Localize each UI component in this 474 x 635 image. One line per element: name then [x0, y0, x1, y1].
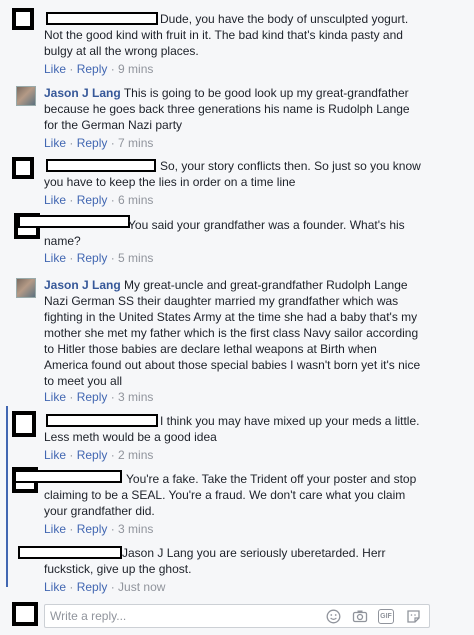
like-link[interactable]: Like	[44, 62, 66, 76]
comment-text: So, your story conflicts then. So just s…	[44, 159, 421, 189]
avatar[interactable]	[16, 278, 36, 298]
author-name[interactable]: Jason J Lang	[44, 86, 121, 100]
timestamp[interactable]: 2 mins	[118, 448, 153, 462]
like-link[interactable]: Like	[44, 522, 66, 536]
sticker-icon[interactable]	[405, 609, 421, 624]
author-name[interactable]: Jason J Lang	[44, 278, 121, 292]
reply-placeholder: Write a reply...	[50, 609, 127, 623]
like-link[interactable]: Like	[44, 136, 66, 150]
avatar[interactable]	[12, 8, 34, 30]
comment-actions: Like · Reply · 5 mins	[44, 251, 154, 265]
avatar	[12, 602, 38, 626]
comment-actions: Like · Reply · 6 mins	[44, 193, 154, 207]
like-link[interactable]: Like	[44, 193, 66, 207]
reply-link[interactable]: Reply	[77, 251, 108, 265]
reply-link[interactable]: Reply	[77, 62, 108, 76]
comment-actions: Like · Reply · 3 mins	[44, 390, 154, 404]
like-link[interactable]: Like	[44, 390, 66, 404]
comment-text: I think you may have mixed up your meds …	[44, 414, 420, 444]
reply-link[interactable]: Reply	[77, 448, 108, 462]
comment-text: Dude, you have the body of unsculpted yo…	[44, 12, 409, 58]
reply-composer: Write a reply... GIF	[0, 599, 474, 635]
timestamp[interactable]: 6 mins	[118, 193, 153, 207]
like-link[interactable]: Like	[44, 448, 66, 462]
reply-input[interactable]: Write a reply... GIF	[44, 604, 430, 628]
like-link[interactable]: Like	[44, 251, 66, 265]
camera-icon[interactable]	[352, 609, 368, 624]
comment-text: Jason J Lang This is going to be good lo…	[44, 86, 410, 132]
comment-text: You said your grandfather was a founder.…	[44, 218, 405, 248]
like-link[interactable]: Like	[44, 580, 66, 594]
avatar[interactable]	[16, 86, 36, 106]
reply-link[interactable]: Reply	[77, 580, 108, 594]
reply-link[interactable]: Reply	[77, 136, 108, 150]
timestamp[interactable]: 5 mins	[118, 251, 153, 265]
gif-icon[interactable]: GIF	[378, 609, 394, 624]
comment-1: Dude, you have the body of unsculpted yo…	[0, 0, 474, 80]
comment-actions: Like · Reply · 9 mins	[44, 62, 154, 76]
reply-link[interactable]: Reply	[77, 193, 108, 207]
comment-actions: Like · Reply · Just now	[44, 580, 166, 594]
comment-text: Jason J Lang you are seriously uberetard…	[44, 546, 386, 576]
avatar[interactable]	[12, 157, 34, 179]
timestamp[interactable]: 7 mins	[118, 136, 153, 150]
thread-line-2	[6, 467, 8, 587]
comment-text: You're a fake. Take the Trident off your…	[44, 472, 417, 518]
timestamp[interactable]: 9 mins	[118, 62, 153, 76]
emoji-icon[interactable]	[325, 609, 341, 624]
comment-text: Jason J Lang My great-uncle and great-gr…	[44, 278, 421, 388]
comment-actions: Like · Reply · 7 mins	[44, 136, 154, 150]
reply-link[interactable]: Reply	[77, 522, 108, 536]
timestamp[interactable]: Just now	[118, 580, 165, 594]
timestamp[interactable]: 3 mins	[118, 390, 153, 404]
reply-link[interactable]: Reply	[77, 390, 108, 404]
comment-actions: Like · Reply · 3 mins	[44, 522, 154, 536]
comment-actions: Like · Reply · 2 mins	[44, 448, 154, 462]
timestamp[interactable]: 3 mins	[118, 522, 153, 536]
avatar[interactable]	[12, 411, 36, 437]
